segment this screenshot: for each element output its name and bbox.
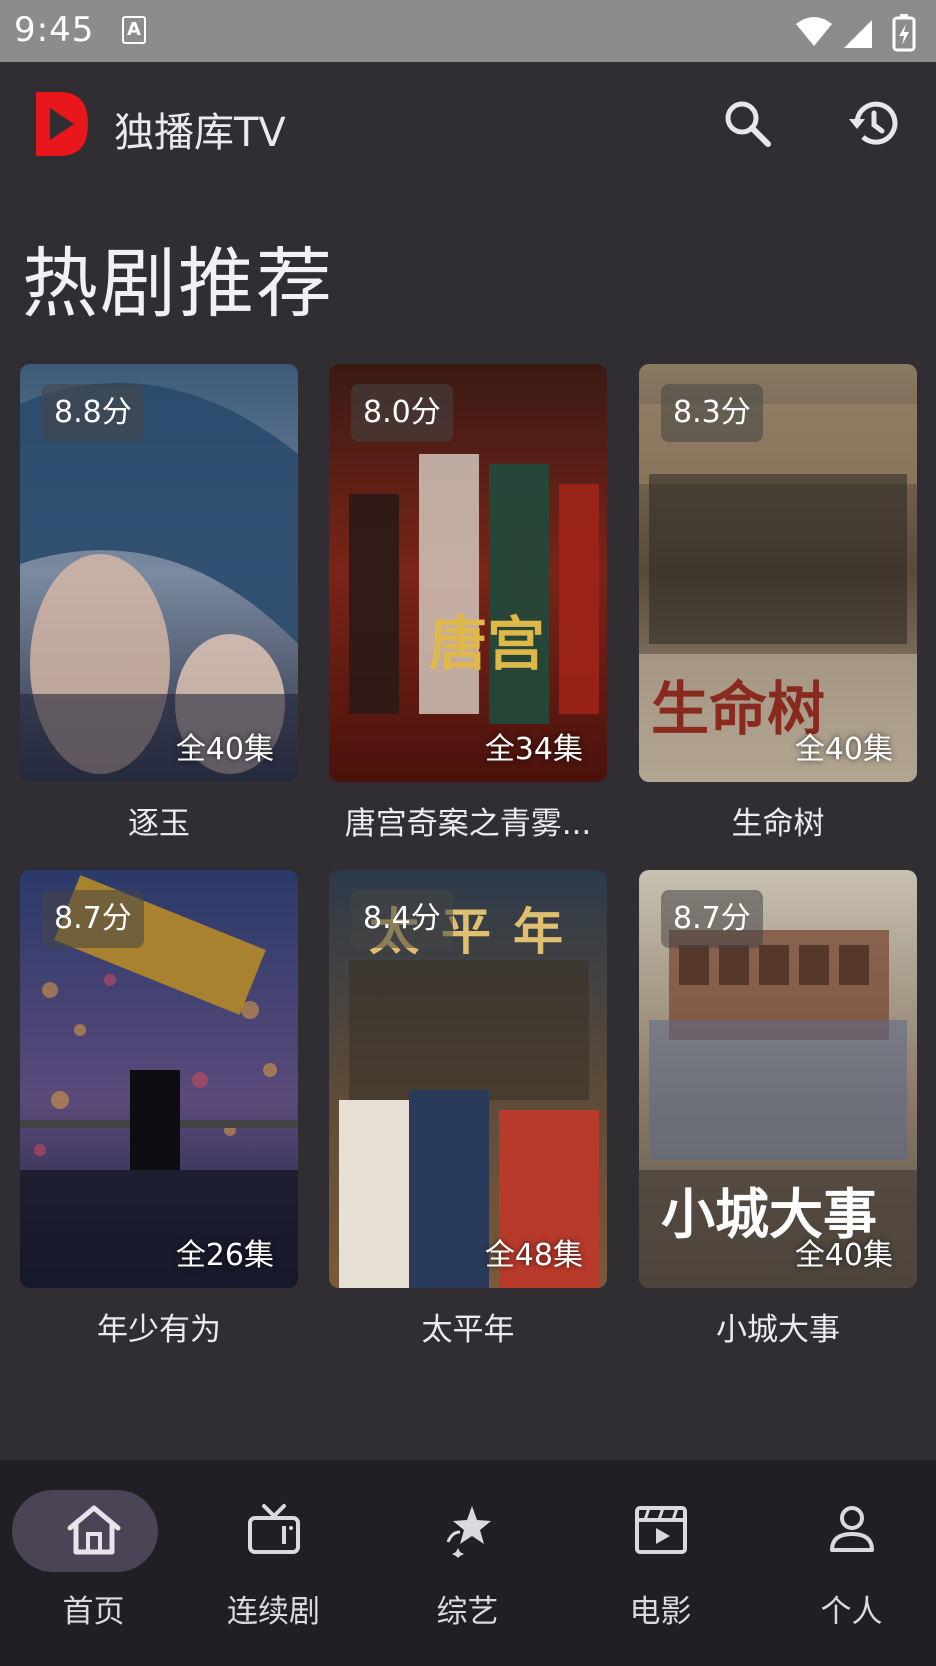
nav-label: 首页 bbox=[62, 1594, 125, 1630]
person-icon bbox=[820, 1498, 884, 1562]
play-logo-icon bbox=[36, 92, 88, 156]
card-title: 生命树 bbox=[731, 806, 825, 842]
poster-image: 小城大事 8.7分 全40集 bbox=[639, 870, 917, 1288]
poster-image: 8.8分 全40集 bbox=[20, 364, 298, 782]
app-bar: 独播库TV bbox=[0, 62, 936, 188]
rating-badge: 8.8分 bbox=[42, 384, 144, 442]
episode-count: 全40集 bbox=[175, 732, 274, 767]
history-button[interactable] bbox=[842, 92, 906, 156]
card-title: 唐宫奇案之青雾... bbox=[344, 806, 592, 842]
drama-card[interactable]: 小城大事 8.7分 全40集 小城大事 bbox=[639, 870, 917, 1349]
episode-count: 全26集 bbox=[175, 1238, 274, 1273]
battery-icon bbox=[892, 14, 916, 52]
episode-count: 全40集 bbox=[794, 732, 893, 767]
rating-badge: 8.7分 bbox=[42, 890, 144, 948]
episode-count: 全34集 bbox=[484, 732, 583, 767]
search-icon bbox=[725, 101, 771, 147]
nav-item-profile[interactable]: 个人 bbox=[758, 1460, 936, 1666]
app-title: 独播库TV bbox=[114, 110, 286, 156]
home-icon bbox=[62, 1498, 126, 1562]
rating-badge: 8.4分 bbox=[351, 890, 453, 948]
bottom-navigation: 首页 连续剧 综艺 电影 个人 bbox=[0, 1460, 936, 1666]
card-title: 逐玉 bbox=[128, 806, 190, 842]
status-bar: 9:45 A bbox=[0, 0, 936, 62]
nav-label: 个人 bbox=[820, 1594, 883, 1630]
episode-count: 全40集 bbox=[794, 1238, 893, 1273]
poster-image: 生命树 8.3分 全40集 bbox=[639, 364, 917, 782]
poster-image: 唐宫 8.0分 全34集 bbox=[329, 364, 607, 782]
star-icon bbox=[436, 1498, 500, 1562]
svg-text:唐宫: 唐宫 bbox=[429, 610, 545, 678]
tv-icon bbox=[242, 1498, 306, 1562]
status-icons bbox=[792, 12, 922, 52]
section-title: 热剧推荐 bbox=[22, 239, 334, 328]
search-button[interactable] bbox=[716, 92, 780, 156]
rating-badge: 8.0分 bbox=[351, 384, 453, 442]
clapperboard-icon bbox=[629, 1498, 693, 1562]
nav-item-home[interactable]: 首页 bbox=[0, 1460, 187, 1666]
notification-icon: A bbox=[122, 16, 146, 44]
card-title: 年少有为 bbox=[97, 1312, 221, 1348]
history-icon bbox=[849, 101, 898, 145]
drama-card[interactable]: 唐宫 8.0分 全34集 唐宫奇案之青雾... bbox=[329, 364, 607, 843]
nav-label: 电影 bbox=[629, 1594, 692, 1630]
drama-card[interactable]: 太平年 8.4分 全48集 太平年 bbox=[329, 870, 607, 1349]
card-title: 小城大事 bbox=[716, 1312, 840, 1348]
drama-card[interactable]: 8.8分 全40集 逐玉 bbox=[20, 364, 298, 843]
nav-item-series[interactable]: 连续剧 bbox=[180, 1460, 367, 1666]
drama-card[interactable]: 8.7分 全26集 年少有为 bbox=[20, 870, 298, 1349]
drama-card[interactable]: 生命树 8.3分 全40集 生命树 bbox=[639, 364, 917, 843]
nav-item-variety[interactable]: 综艺 bbox=[374, 1460, 561, 1666]
poster-image: 太平年 8.4分 全48集 bbox=[329, 870, 607, 1288]
poster-image: 8.7分 全26集 bbox=[20, 870, 298, 1288]
wifi-icon bbox=[796, 17, 832, 46]
nav-item-movies[interactable]: 电影 bbox=[567, 1460, 754, 1666]
card-title: 太平年 bbox=[421, 1312, 515, 1348]
rating-badge: 8.3分 bbox=[661, 384, 763, 442]
rating-badge: 8.7分 bbox=[661, 890, 763, 948]
nav-label: 连续剧 bbox=[227, 1594, 320, 1630]
episode-count: 全48集 bbox=[484, 1238, 583, 1273]
status-time: 9:45 bbox=[14, 10, 95, 50]
nav-label: 综艺 bbox=[436, 1594, 499, 1630]
signal-icon bbox=[844, 20, 872, 48]
